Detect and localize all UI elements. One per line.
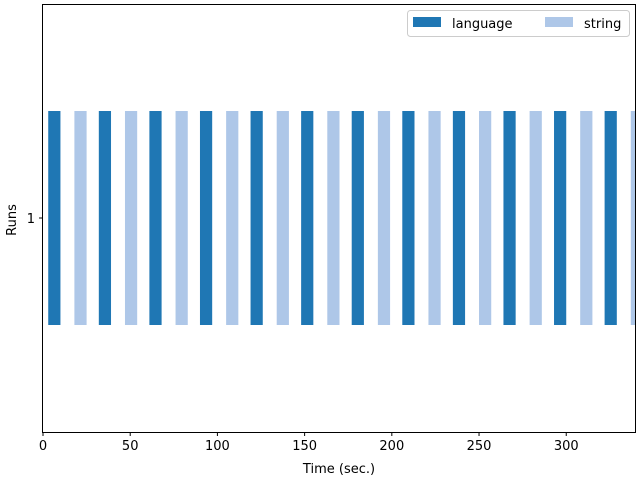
bar-language-8 <box>452 111 466 325</box>
y-axis: 1 <box>27 212 43 227</box>
legend-swatch-string <box>545 17 573 27</box>
x-axis-title: Time (sec.) <box>302 462 375 477</box>
bar-string-7 <box>428 111 441 325</box>
x-tick-label: 50 <box>122 439 139 454</box>
bar-language-2 <box>149 111 162 325</box>
x-tick-label: 0 <box>39 439 47 454</box>
bar-string-3 <box>226 111 239 325</box>
bar-string-8 <box>479 111 492 325</box>
legend-label-string: string <box>584 17 621 32</box>
x-tick-label: 200 <box>379 439 404 454</box>
bar-string-2 <box>175 111 188 325</box>
legend: language string <box>407 10 630 37</box>
bar-language-5 <box>301 111 314 325</box>
bar-string-6 <box>377 111 391 325</box>
bar-language-0 <box>48 111 61 325</box>
y-axis-title: Runs <box>5 204 20 236</box>
chart-container: 0 50 100 150 200 250 300 1 Time (sec.) Runs la… <box>0 0 640 480</box>
bars-layer <box>48 111 636 325</box>
chart-svg: 0 50 100 150 200 250 300 1 Time (sec.) Runs la… <box>5 4 636 477</box>
bar-string-10 <box>580 111 593 325</box>
bar-string-0 <box>74 111 87 325</box>
bar-language-7 <box>402 111 415 325</box>
legend-label-language: language <box>452 17 513 32</box>
bar-language-11 <box>604 111 617 325</box>
x-tick-label: 250 <box>467 439 492 454</box>
bar-string-1 <box>124 111 138 325</box>
bar-language-9 <box>503 111 516 325</box>
bar-language-3 <box>199 111 213 325</box>
bar-string-5 <box>327 111 340 325</box>
x-axis: 0 50 100 150 200 250 300 <box>39 432 579 454</box>
x-tick-label: 100 <box>205 439 230 454</box>
legend-swatch-language <box>413 17 441 27</box>
bar-language-10 <box>554 111 567 325</box>
y-tick-label: 1 <box>27 212 35 227</box>
bar-language-4 <box>250 111 263 325</box>
bar-language-1 <box>98 111 112 325</box>
x-tick-label: 150 <box>292 439 317 454</box>
bar-string-4 <box>276 111 289 325</box>
x-tick-label: 300 <box>554 439 579 454</box>
bar-language-6 <box>351 111 364 325</box>
bar-string-9 <box>529 111 542 325</box>
